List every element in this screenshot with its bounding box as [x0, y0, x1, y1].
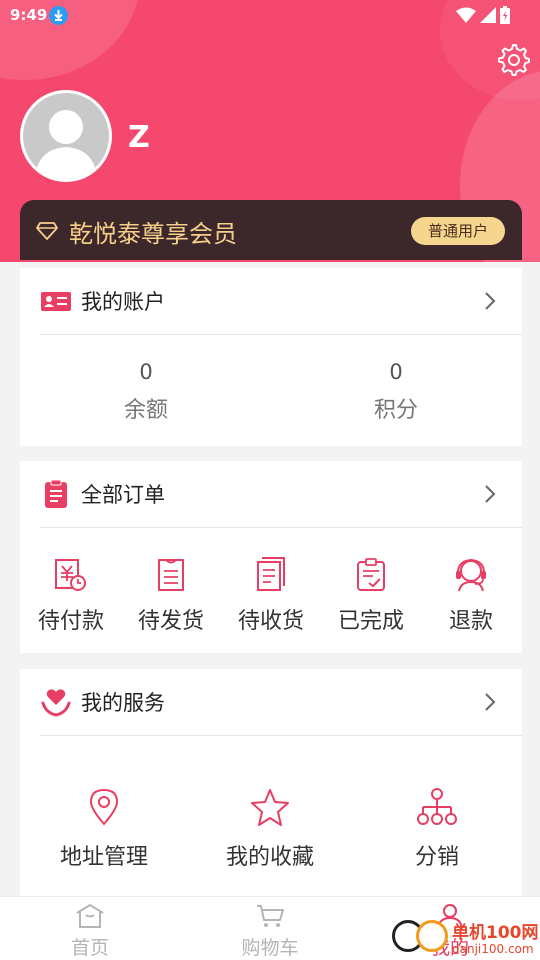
points-stat[interactable]: 0 积分	[316, 360, 476, 424]
order-label: 已完成	[337, 609, 404, 634]
chevron-right-icon	[485, 485, 496, 503]
home-icon	[76, 903, 104, 928]
wifi-icon	[456, 7, 476, 23]
battery-icon	[500, 6, 510, 24]
balance-stat[interactable]: 0 余额	[66, 360, 226, 424]
balance-value: 0	[139, 360, 153, 384]
distribution-icon	[417, 788, 457, 825]
orders-header[interactable]: 全部订单	[20, 461, 522, 527]
order-label: 退款	[448, 609, 493, 634]
account-header[interactable]: 我的账户	[20, 268, 522, 334]
orders-title: 全部订单	[81, 483, 165, 507]
account-title: 我的账户	[81, 290, 165, 314]
signal-icon	[480, 7, 496, 23]
chevron-right-icon	[485, 292, 496, 310]
heart-hand-icon	[41, 689, 71, 717]
avatar[interactable]	[20, 90, 112, 182]
service-distribution[interactable]: 分销	[354, 787, 520, 871]
watermark-url: danji100.com	[452, 942, 534, 956]
pending-receipt-icon	[257, 557, 285, 591]
tab-home[interactable]: 首页	[0, 903, 180, 960]
divider	[40, 527, 522, 528]
diamond-icon	[36, 222, 58, 240]
services-card: 我的服务 地址管理 我的收藏 分销	[20, 669, 522, 896]
member-level-badge: 普通用户	[411, 217, 505, 245]
order-label: 待付款	[37, 609, 104, 634]
service-label: 我的收藏	[225, 845, 314, 870]
tab-label: 购物车	[241, 937, 299, 959]
service-favorites[interactable]: 我的收藏	[187, 787, 353, 871]
service-address[interactable]: 地址管理	[21, 787, 187, 871]
tab-cart[interactable]: 购物车	[180, 903, 360, 960]
username[interactable]: Z	[128, 120, 150, 155]
order-pending-shipment[interactable]: 待发货	[121, 557, 221, 635]
status-bar: 9:49	[0, 0, 540, 32]
order-refund[interactable]: 退款	[421, 557, 521, 635]
status-icons	[456, 6, 510, 24]
balance-label: 余额	[123, 398, 168, 423]
account-card: 我的账户 0 余额 0 积分	[20, 268, 522, 446]
watermark: 单机100网 danji100.com	[392, 914, 540, 960]
services-title: 我的服务	[81, 691, 165, 715]
order-pending-payment[interactable]: 待付款	[21, 557, 121, 635]
chevron-right-icon	[485, 693, 496, 711]
location-icon	[89, 788, 119, 826]
settings-gear-icon[interactable]	[496, 42, 530, 76]
points-value: 0	[389, 360, 403, 384]
pending-shipment-icon	[158, 559, 184, 591]
watermark-logo	[416, 920, 448, 952]
refund-icon	[456, 558, 486, 592]
clipboard-icon	[45, 479, 67, 508]
status-time: 9:49	[10, 6, 48, 24]
cart-icon	[257, 905, 284, 927]
points-label: 积分	[373, 398, 418, 423]
star-icon	[251, 789, 289, 826]
service-label: 地址管理	[59, 845, 148, 870]
order-completed[interactable]: 已完成	[321, 557, 421, 635]
completed-icon	[357, 558, 385, 591]
download-icon	[49, 6, 68, 25]
id-card-icon	[41, 292, 71, 311]
order-pending-receipt[interactable]: 待收货	[221, 557, 321, 635]
services-header[interactable]: 我的服务	[20, 669, 522, 735]
tab-label: 首页	[70, 937, 109, 959]
member-title: 乾悦泰尊享会员	[69, 220, 237, 248]
divider	[40, 735, 522, 736]
order-label: 待发货	[137, 609, 204, 634]
divider	[40, 334, 522, 335]
pending-payment-icon	[55, 559, 86, 591]
member-banner[interactable]: 乾悦泰尊享会员 普通用户	[20, 200, 522, 260]
order-label: 待收货	[237, 609, 304, 634]
service-label: 分销	[414, 845, 459, 870]
orders-card: 全部订单 待付款 待发货 待收货 已完成 退款	[20, 461, 522, 653]
watermark-text: 单机100网	[452, 923, 539, 943]
